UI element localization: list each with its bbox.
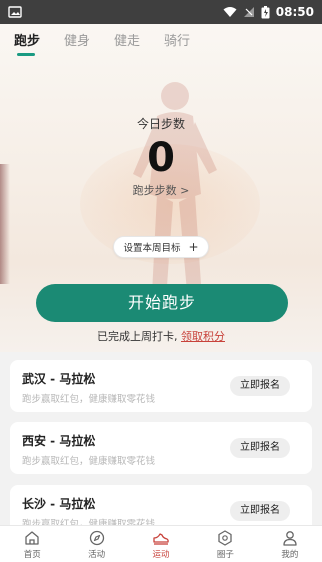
status-bar: 08:50 <box>0 0 322 24</box>
nav-mine-label: 我的 <box>281 549 299 560</box>
steps-title: 今日步数 <box>136 117 185 131</box>
sport-tabs: 跑步 健身 健走 骑行 <box>0 24 322 60</box>
signal-icon <box>243 7 254 17</box>
steps-count: 0 <box>147 135 175 181</box>
marathon-list: 武汉 - 马拉松 跑步赢取红包，健康赚取零花钱 立即报名 西安 - 马拉松 跑步… <box>0 352 322 528</box>
battery-icon <box>261 5 270 18</box>
nav-circle[interactable]: 圈子 <box>193 526 257 562</box>
tab-cycling[interactable]: 骑行 <box>164 24 190 60</box>
nav-activity-label: 活动 <box>88 549 106 560</box>
running-steps-link[interactable]: 跑步步数 > <box>0 182 322 198</box>
nav-circle-label: 圈子 <box>216 549 234 560</box>
image-icon <box>8 6 22 18</box>
goal-button-label: 设置本周目标 <box>123 243 181 254</box>
tab-walking[interactable]: 健走 <box>114 24 140 60</box>
user-icon <box>283 530 297 546</box>
list-item[interactable]: 长沙 - 马拉松 跑步赢取红包，健康赚取零花钱 立即报名 <box>10 485 312 528</box>
nav-home[interactable]: 首页 <box>0 526 64 562</box>
list-item[interactable]: 西安 - 马拉松 跑步赢取红包，健康赚取零花钱 立即报名 <box>10 422 312 474</box>
tab-fitness[interactable]: 健身 <box>64 24 90 60</box>
nav-sports[interactable]: 运动 <box>129 526 193 562</box>
bottom-nav: 首页 活动 运动 圈子 我的 <box>0 525 322 562</box>
checkin-notice: 已完成上周打卡, 领取积分 <box>0 328 322 344</box>
set-weekly-goal-button[interactable]: 设置本周目标 + <box>113 236 209 258</box>
claim-points-link[interactable]: 领取积分 <box>181 330 225 343</box>
enroll-button[interactable]: 立即报名 <box>230 376 290 396</box>
wifi-icon <box>223 7 237 17</box>
nav-activity[interactable]: 活动 <box>64 526 128 562</box>
enroll-button[interactable]: 立即报名 <box>230 501 290 521</box>
enroll-button[interactable]: 立即报名 <box>230 438 290 458</box>
start-running-button[interactable]: 开始跑步 <box>36 284 288 322</box>
checkin-text: 已完成上周打卡, <box>97 330 181 343</box>
tab-running[interactable]: 跑步 <box>14 24 40 60</box>
compass-icon <box>89 530 104 545</box>
nav-mine[interactable]: 我的 <box>258 526 322 562</box>
list-item[interactable]: 武汉 - 马拉松 跑步赢取红包，健康赚取零花钱 立即报名 <box>10 360 312 412</box>
status-time: 08:50 <box>275 5 314 19</box>
home-icon <box>25 530 39 545</box>
nav-home-label: 首页 <box>23 549 41 560</box>
circle-hexagon-icon <box>218 529 233 546</box>
shoe-icon <box>153 532 169 545</box>
plus-icon: + <box>188 240 199 254</box>
nav-sports-label: 运动 <box>152 549 170 560</box>
